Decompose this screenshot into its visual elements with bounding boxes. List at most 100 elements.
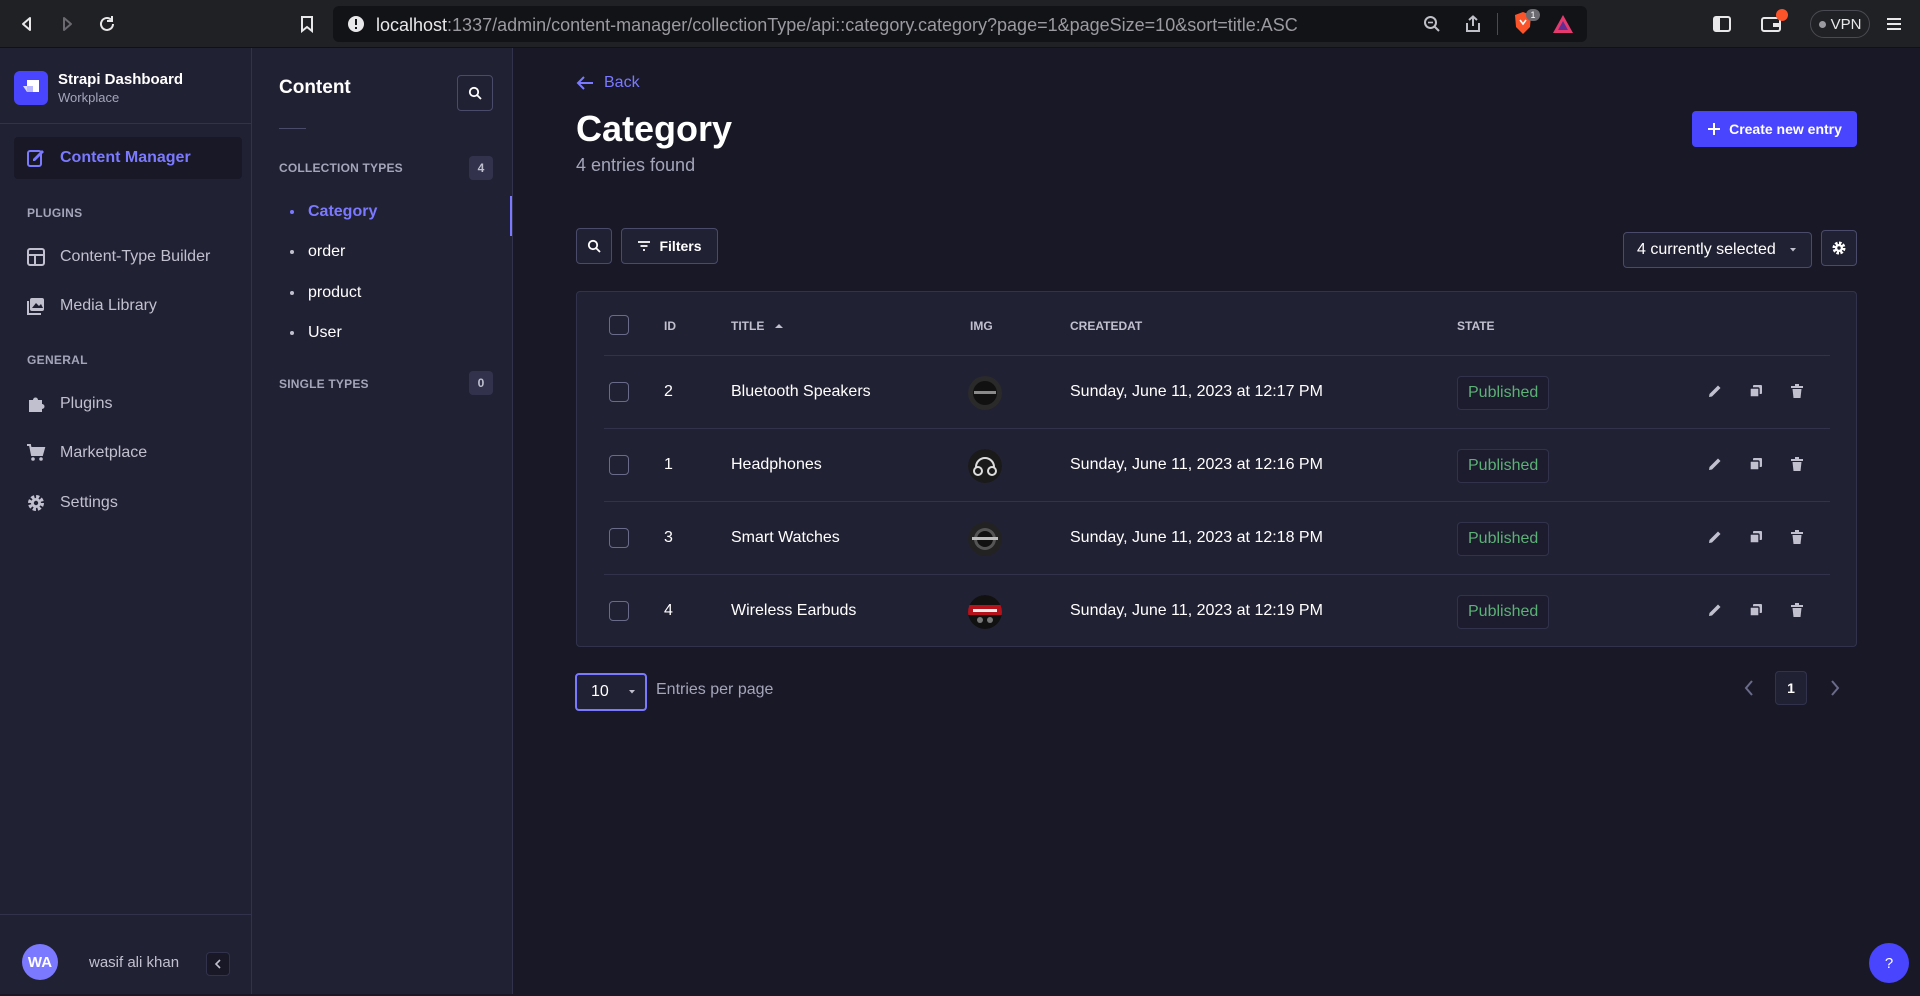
filters-label: Filters <box>659 238 702 254</box>
bullet-icon <box>290 210 294 214</box>
list-settings-button[interactable] <box>1821 230 1857 266</box>
bookmark-icon[interactable] <box>294 11 320 37</box>
sub-nav-item-order[interactable]: order <box>252 236 512 268</box>
entries-count: 4 entries found <box>576 155 696 175</box>
gear-icon <box>1832 241 1846 255</box>
row-checkbox[interactable] <box>609 455 629 475</box>
cell-createdat: Sunday, June 11, 2023 at 12:17 PM <box>1070 383 1323 400</box>
nav-item-plugins[interactable]: Plugins <box>14 383 242 425</box>
displayed-fields-value: 4 currently selected <box>1637 241 1776 258</box>
current-page-button[interactable]: 1 <box>1775 671 1807 705</box>
nav-item-marketplace[interactable]: Marketplace <box>14 432 242 474</box>
bullet-icon <box>290 250 294 254</box>
address-bar[interactable]: localhost:1337/admin/content-manager/col… <box>333 6 1587 42</box>
sort-ascending-icon <box>775 324 784 328</box>
sub-nav-item-category[interactable]: Category <box>252 196 512 236</box>
nav-item-media-library[interactable]: Media Library <box>14 285 242 327</box>
delete-trash-icon[interactable] <box>1787 600 1807 620</box>
browser-back-icon[interactable] <box>14 11 40 37</box>
row-checkbox[interactable] <box>609 601 629 621</box>
select-all-checkbox[interactable] <box>609 315 629 335</box>
wallet-notification-dot <box>1776 9 1788 21</box>
edit-pencil-icon[interactable] <box>1705 527 1725 547</box>
brave-shield-count: 1 <box>1526 9 1540 21</box>
column-header-state[interactable]: STATE <box>1457 319 1495 333</box>
sub-nav-item-label: product <box>308 284 362 301</box>
previous-page-chevron-icon[interactable] <box>1737 676 1761 700</box>
nav-label: Settings <box>60 494 118 511</box>
collection-types-label: COLLECTION TYPES <box>279 161 403 175</box>
browser-menu-icon[interactable] <box>1882 12 1906 36</box>
delete-trash-icon[interactable] <box>1787 527 1807 547</box>
sidebar-toggle-icon[interactable] <box>1710 12 1734 36</box>
duplicate-icon[interactable] <box>1746 454 1766 474</box>
back-label: Back <box>604 74 640 91</box>
column-header-img[interactable]: IMG <box>970 319 993 333</box>
page-size-select[interactable]: 10 <box>575 673 647 711</box>
share-icon[interactable] <box>1461 12 1485 36</box>
content-manager-icon <box>26 148 46 168</box>
table-row[interactable]: 4 Wireless Earbuds Sunday, June 11, 2023… <box>577 575 1858 647</box>
collapse-nav-button[interactable] <box>206 952 230 976</box>
cell-createdat: Sunday, June 11, 2023 at 12:16 PM <box>1070 456 1323 473</box>
filters-button[interactable]: Filters <box>621 228 718 264</box>
filter-icon <box>638 241 651 251</box>
chevron-down-icon <box>628 690 635 694</box>
delete-trash-icon[interactable] <box>1787 381 1807 401</box>
edit-pencil-icon[interactable] <box>1705 381 1725 401</box>
zoom-icon[interactable] <box>1420 12 1444 36</box>
wallet-icon[interactable] <box>1760 9 1788 36</box>
category-image-thumbnail <box>968 595 1002 629</box>
table-search-button[interactable] <box>576 228 612 264</box>
table-row[interactable]: 1 Headphones Sunday, June 11, 2023 at 12… <box>577 429 1858 501</box>
single-types-label: SINGLE TYPES <box>279 377 369 391</box>
delete-trash-icon[interactable] <box>1787 454 1807 474</box>
cell-title: Headphones <box>731 456 822 473</box>
column-header-createdat[interactable]: CREATEDAT <box>1070 319 1142 333</box>
nav-item-content-type-builder[interactable]: Content-Type Builder <box>14 236 242 278</box>
vpn-label: VPN <box>1830 15 1862 33</box>
gear-icon <box>26 493 46 513</box>
user-name[interactable]: wasif ali khan <box>89 954 179 971</box>
cell-title: Wireless Earbuds <box>731 602 857 619</box>
plugins-section-label: PLUGINS <box>27 206 83 220</box>
cell-id: 4 <box>664 602 673 619</box>
table-row[interactable]: 3 Smart Watches Sunday, June 11, 2023 at… <box>577 502 1858 574</box>
sub-nav-title: Content <box>279 77 351 98</box>
next-page-chevron-icon[interactable] <box>1823 676 1847 700</box>
user-avatar[interactable]: WA <box>22 944 58 980</box>
page-title: Category <box>576 108 733 149</box>
nav-item-content-manager[interactable]: Content Manager <box>14 137 242 179</box>
row-checkbox[interactable] <box>609 528 629 548</box>
sub-nav-item-user[interactable]: User <box>252 317 512 349</box>
nav-divider <box>0 123 252 124</box>
duplicate-icon[interactable] <box>1746 527 1766 547</box>
duplicate-icon[interactable] <box>1746 600 1766 620</box>
table-row[interactable]: 2 Bluetooth Speakers Sunday, June 11, 20… <box>577 356 1858 428</box>
browser-toolbar: localhost:1337/admin/content-manager/col… <box>0 0 1920 48</box>
site-info-icon[interactable] <box>347 15 365 33</box>
sub-nav-search-button[interactable] <box>457 75 493 111</box>
sub-nav-item-label: User <box>308 324 342 341</box>
row-checkbox[interactable] <box>609 382 629 402</box>
brave-shield-icon[interactable]: 1 <box>1511 9 1540 35</box>
edit-pencil-icon[interactable] <box>1705 454 1725 474</box>
main-navigation: Strapi Dashboard Workplace Content Manag… <box>0 48 252 994</box>
column-header-title[interactable]: TITLE <box>731 319 784 333</box>
url-path: :1337/admin/content-manager/collectionTy… <box>447 15 1298 35</box>
help-button[interactable]: ? <box>1869 943 1909 983</box>
single-types-count: 0 <box>469 371 493 395</box>
browser-reload-icon[interactable] <box>94 11 120 37</box>
duplicate-icon[interactable] <box>1746 381 1766 401</box>
browser-forward-icon[interactable] <box>54 11 80 37</box>
column-header-id[interactable]: ID <box>664 319 676 333</box>
edit-pencil-icon[interactable] <box>1705 600 1725 620</box>
vpn-button[interactable]: VPN <box>1810 10 1870 38</box>
entries-per-page-label: Entries per page <box>656 681 774 698</box>
back-link[interactable]: Back <box>576 74 640 92</box>
nav-item-settings[interactable]: Settings <box>14 482 242 524</box>
brave-rewards-icon[interactable] <box>1551 12 1575 36</box>
sub-nav-item-product[interactable]: product <box>252 277 512 309</box>
displayed-fields-select[interactable]: 4 currently selected <box>1623 232 1812 268</box>
create-new-entry-button[interactable]: Create new entry <box>1692 111 1857 147</box>
